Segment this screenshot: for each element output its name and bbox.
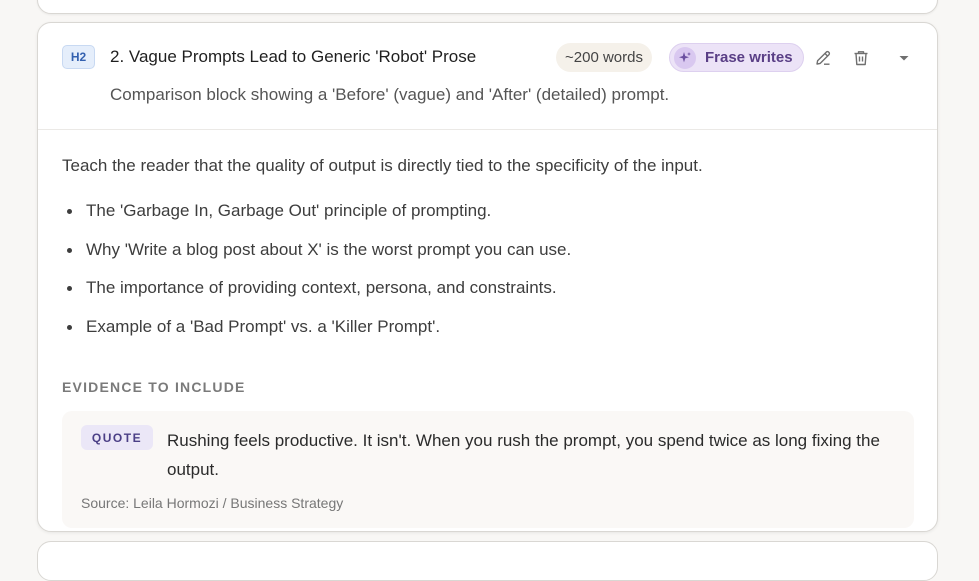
caret-down-icon[interactable]	[892, 46, 916, 70]
section-brief: Teach the reader that the quality of out…	[62, 156, 703, 175]
edit-icon[interactable]	[811, 46, 835, 70]
trash-icon[interactable]	[849, 46, 873, 70]
heading-level-badge: H2	[62, 45, 95, 69]
quote-source: Source: Leila Hormozi / Business Strateg…	[81, 495, 344, 511]
list-item: Why 'Write a blog post about X' is the w…	[62, 240, 571, 279]
sparkle-icon	[674, 46, 696, 69]
previous-section-card	[37, 0, 938, 14]
list-item: Example of a 'Bad Prompt' vs. a 'Killer …	[62, 317, 571, 356]
section-card: H2 2. Vague Prompts Lead to Generic 'Rob…	[37, 22, 938, 532]
evidence-heading: EVIDENCE TO INCLUDE	[62, 379, 246, 395]
section-header: H2 2. Vague Prompts Lead to Generic 'Rob…	[38, 23, 937, 130]
quote-text: Rushing feels productive. It isn't. When…	[167, 431, 880, 479]
section-description: Comparison block showing a 'Before' (vag…	[110, 85, 670, 104]
section-title[interactable]: 2. Vague Prompts Lead to Generic 'Robot'…	[110, 47, 476, 67]
evidence-quote-box: QUOTE Rushing feels productive. It isn't…	[62, 411, 914, 528]
frase-writes-label: Frase writes	[705, 49, 793, 66]
list-item: The importance of providing context, per…	[62, 278, 571, 317]
quote-badge: QUOTE	[81, 425, 153, 450]
next-section-card	[37, 541, 938, 581]
word-count-badge: ~200 words	[556, 43, 652, 72]
list-item: The 'Garbage In, Garbage Out' principle …	[62, 201, 571, 240]
frase-writes-button[interactable]: Frase writes	[669, 43, 804, 72]
talking-points-list: The 'Garbage In, Garbage Out' principle …	[62, 201, 571, 355]
